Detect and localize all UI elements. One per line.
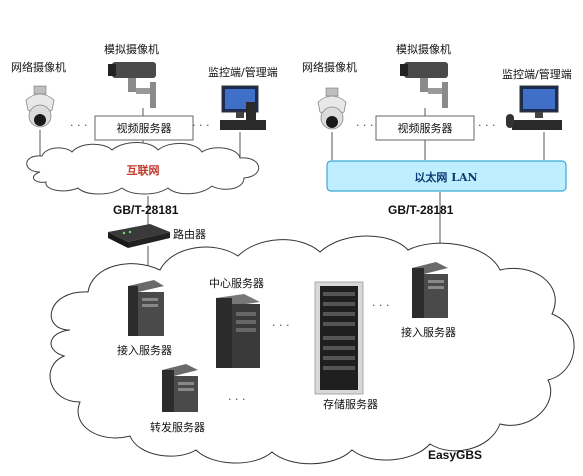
left-ipc-label: 网络摄像机 <box>11 60 66 74</box>
right-analog-camera-label: 模拟摄像机 <box>396 42 451 56</box>
storage-dots: . . . <box>372 296 389 309</box>
access-server-right-label: 接入服务器 <box>401 326 456 339</box>
internet-cloud-label: 互联网 <box>127 163 160 177</box>
storage-server-icon <box>314 281 364 395</box>
left-analog-camera-icon <box>108 62 156 108</box>
access-server-left-label: 接入服务器 <box>117 344 172 357</box>
right-dots-1: . . . <box>356 116 373 129</box>
left-monitor-label: 监控端/管理端 <box>208 65 278 79</box>
forward-server-label: 转发服务器 <box>150 420 205 434</box>
left-protocol-label: GB/T-28181 <box>113 203 179 217</box>
network-topology-diagram: 互联网 网络摄像机 模拟摄像机 视频服务器 . . . . . . 监控端/管理… <box>11 42 575 465</box>
right-monitor-label: 监控端/管理端 <box>502 67 572 81</box>
right-protocol-label: GB/T-28181 <box>388 203 454 217</box>
forward-server-icon <box>162 364 198 412</box>
right-dots-2: . . . <box>478 116 495 129</box>
right-network-camera-icon <box>317 87 347 130</box>
left-analog-camera-label: 模拟摄像机 <box>104 42 159 56</box>
forward-dots: . . . <box>228 390 245 403</box>
left-network-camera-icon <box>25 85 55 128</box>
center-server-icon <box>216 294 260 368</box>
storage-server-label: 存储服务器 <box>323 397 378 411</box>
right-monitor-icon <box>506 85 562 130</box>
left-video-server-label: 视频服务器 <box>117 121 172 135</box>
left-monitor-icon <box>220 85 266 130</box>
center-dots: . . . <box>272 316 289 329</box>
router-label: 路由器 <box>173 227 206 241</box>
brand-label: EasyGBS <box>428 448 482 462</box>
right-ipc-label: 网络摄像机 <box>302 60 357 74</box>
center-server-label: 中心服务器 <box>209 277 264 290</box>
right-analog-camera-icon <box>400 62 448 108</box>
left-dots-2: . . . <box>192 116 209 129</box>
router-icon <box>108 224 170 248</box>
ethernet-lan-label: 以太网 LAN <box>414 170 477 184</box>
left-dots-1: . . . <box>70 116 87 129</box>
right-video-server-label: 视频服务器 <box>398 121 453 135</box>
